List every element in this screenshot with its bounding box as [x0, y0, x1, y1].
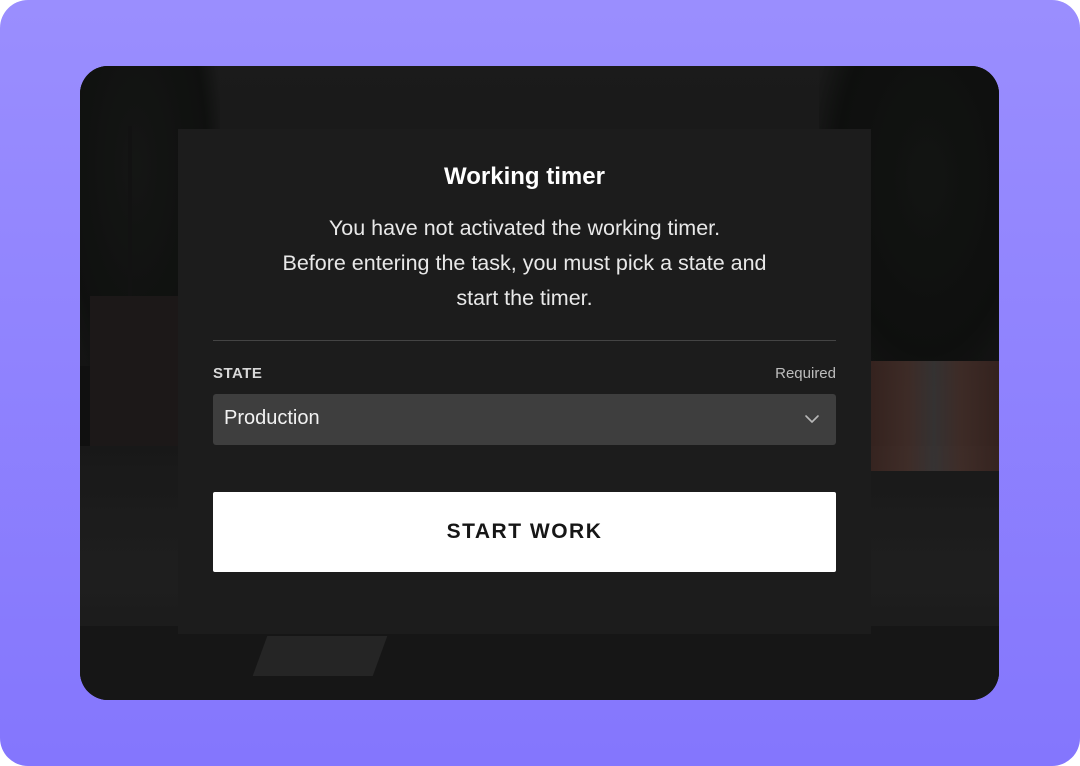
required-indicator: Required	[775, 365, 836, 382]
start-work-button[interactable]: START WORK	[213, 492, 836, 572]
state-select-value: Production	[224, 407, 320, 429]
message-line: You have not activated the working timer…	[328, 216, 721, 240]
divider	[213, 340, 836, 341]
dialog-title: Working timer	[444, 163, 605, 190]
outer-frame: Working timer You have not activated the…	[0, 0, 1080, 766]
state-field-label: STATE	[213, 365, 263, 382]
chevron-down-icon	[805, 415, 819, 423]
dialog-message: You have not activated the working timer…	[218, 211, 831, 316]
state-select[interactable]: Production	[213, 394, 836, 445]
message-line: start the timer.	[456, 286, 593, 310]
app-window: Working timer You have not activated the…	[80, 66, 999, 700]
working-timer-dialog: Working timer You have not activated the…	[178, 129, 871, 634]
message-line: Before entering the task, you must pick …	[282, 251, 767, 275]
